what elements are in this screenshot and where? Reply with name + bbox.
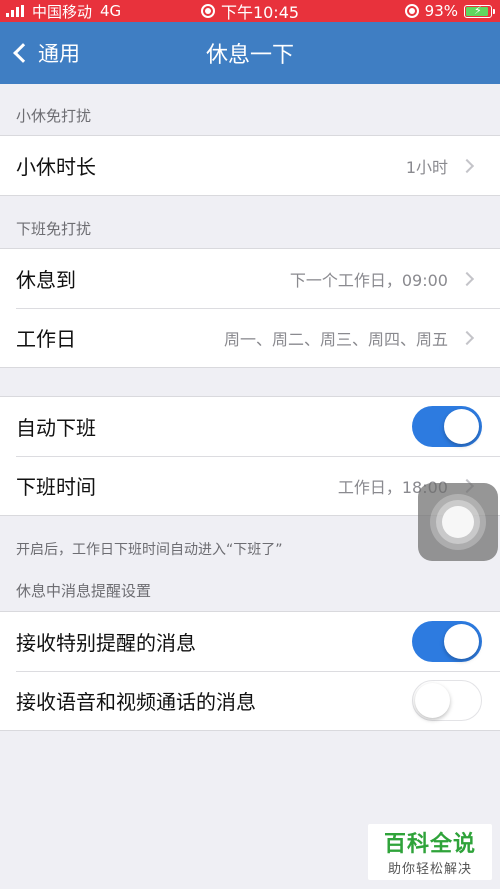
recording-icon: [200, 4, 215, 18]
row-call-messages: 接收语音和视频通话的消息: [0, 671, 500, 730]
row-label: 接收语音和视频通话的消息: [16, 690, 256, 714]
toggle-knob: [444, 409, 479, 444]
group-offwork: 休息到 下一个工作日，09:00 工作日 周一、周二、周三、周四、周五: [0, 248, 500, 368]
auto-offwork-toggle[interactable]: [412, 406, 482, 447]
row-label: 下班时间: [16, 475, 96, 499]
row-label: 小休时长: [16, 155, 96, 179]
row-label: 接收特别提醒的消息: [16, 631, 196, 655]
toggle-knob: [444, 624, 479, 659]
assistive-touch-button[interactable]: [418, 483, 498, 561]
watermark-title: 百科全说: [383, 832, 476, 857]
toggle-knob: [415, 683, 450, 718]
row-label: 工作日: [16, 327, 76, 351]
battery-icon: ⚡: [464, 4, 495, 18]
section-header-offwork: 下班免打扰: [16, 220, 92, 238]
row-auto-offwork: 自动下班: [0, 397, 500, 456]
group-reminders: 接收特别提醒的消息 接收语音和视频通话的消息: [0, 611, 500, 731]
battery-percent: 93%: [424, 2, 458, 20]
row-label: 自动下班: [16, 416, 96, 440]
chevron-right-icon: [459, 271, 475, 286]
group-break: 小休时长 1小时: [0, 135, 500, 196]
row-value: 周一、周二、周三、周四、周五: [223, 329, 448, 349]
status-bar: 中国移动 4G 下午10:45 93% ⚡: [0, 0, 500, 22]
navigation-bar: 通用 休息一下: [0, 22, 500, 84]
row-break-duration[interactable]: 小休时长 1小时: [0, 136, 500, 195]
section-header-break: 小休免打扰: [16, 107, 92, 125]
row-rest-until[interactable]: 休息到 下一个工作日，09:00: [0, 249, 500, 308]
page-title: 休息一下: [205, 43, 294, 68]
row-value: 1小时: [405, 157, 448, 177]
watermark-subtitle: 助你轻松解决: [387, 862, 472, 877]
chevron-right-icon: [459, 330, 475, 345]
special-reminders-toggle[interactable]: [412, 621, 482, 662]
clock: 下午10:45: [220, 3, 300, 22]
section-header-reminders: 休息中消息提醒设置: [16, 582, 152, 600]
row-value: 下一个工作日，09:00: [289, 270, 448, 290]
orientation-lock-icon: [404, 4, 419, 18]
watermark-logo: 百科全说 助你轻松解决: [368, 824, 492, 880]
auto-offwork-footnote: 开启后，工作日下班时间自动进入“下班了”: [16, 542, 283, 558]
chevron-right-icon: [459, 158, 475, 173]
call-messages-toggle[interactable]: [412, 680, 482, 721]
row-special-reminders: 接收特别提醒的消息: [0, 612, 500, 671]
row-workdays[interactable]: 工作日 周一、周二、周三、周四、周五: [0, 308, 500, 367]
row-label: 休息到: [16, 268, 76, 292]
